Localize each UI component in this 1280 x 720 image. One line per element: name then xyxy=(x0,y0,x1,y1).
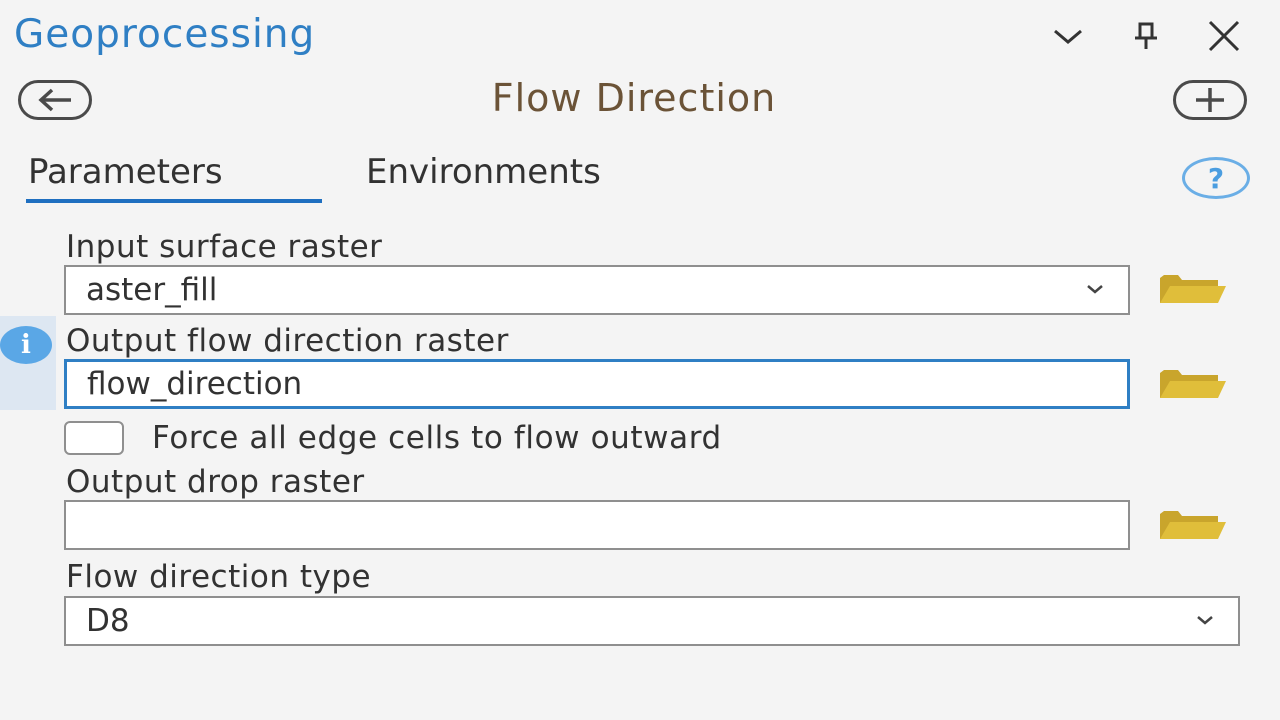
input-surface-raster-value: aster_fill xyxy=(86,272,218,308)
pin-button[interactable] xyxy=(1124,14,1168,58)
help-icon[interactable]: ? xyxy=(1182,157,1250,199)
folder-icon[interactable] xyxy=(1158,367,1228,401)
force-edge-checkbox[interactable] xyxy=(64,421,124,455)
pane-title: Geoprocessing xyxy=(14,12,316,57)
folder-icon[interactable] xyxy=(1158,272,1228,306)
close-button[interactable] xyxy=(1202,14,1246,58)
output-drop-raster-input[interactable] xyxy=(64,500,1130,550)
chevron-down-icon xyxy=(1087,285,1103,294)
options-button[interactable] xyxy=(1046,14,1090,58)
active-tab-indicator xyxy=(26,199,322,203)
tab-parameters[interactable]: Parameters xyxy=(28,152,223,192)
add-button[interactable] xyxy=(1173,80,1247,120)
force-edge-checkbox-label[interactable]: Force all edge cells to flow outward xyxy=(152,420,722,456)
folder-icon[interactable] xyxy=(1158,508,1228,542)
flow-direction-type-dropdown[interactable]: D8 xyxy=(64,596,1240,646)
chevron-down-icon xyxy=(1197,616,1213,625)
chevron-down-icon xyxy=(1054,29,1082,44)
pin-icon xyxy=(1135,22,1157,49)
output-flow-direction-raster-label: Output flow direction raster xyxy=(66,323,509,359)
input-surface-raster-label: Input surface raster xyxy=(66,229,383,265)
output-flow-direction-raster-input[interactable]: flow_direction xyxy=(64,359,1130,409)
output-flow-direction-raster-value: flow_direction xyxy=(87,366,303,402)
info-icon[interactable]: i xyxy=(0,326,52,364)
flow-direction-type-value: D8 xyxy=(86,603,130,639)
flow-direction-type-label: Flow direction type xyxy=(66,559,372,595)
output-drop-raster-label: Output drop raster xyxy=(66,464,365,500)
tool-title: Flow Direction xyxy=(491,76,777,120)
tab-environments[interactable]: Environments xyxy=(366,152,601,192)
input-surface-raster-dropdown[interactable]: aster_fill xyxy=(64,265,1130,315)
close-icon xyxy=(1208,20,1240,52)
add-icon xyxy=(1196,88,1224,112)
